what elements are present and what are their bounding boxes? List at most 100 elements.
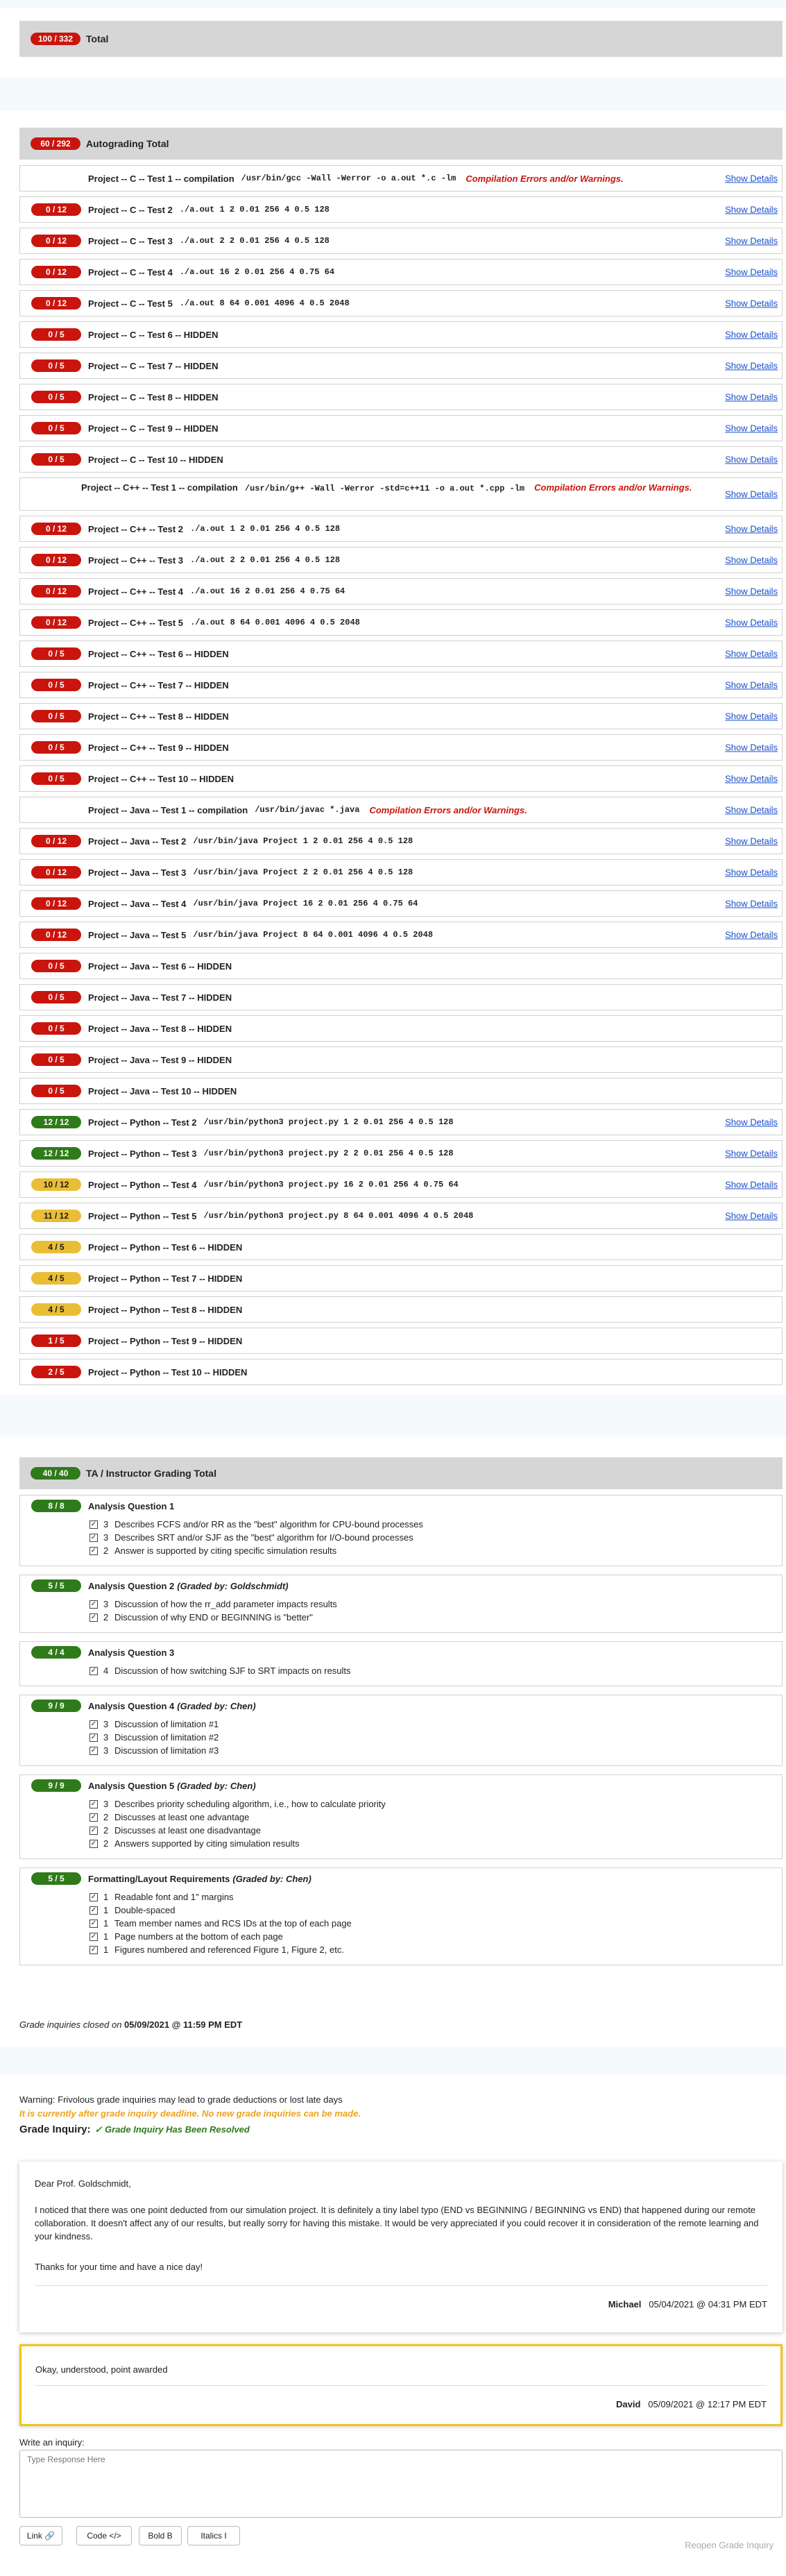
test-command: /usr/bin/java Project 16 2 0.01 256 4 0.…	[193, 899, 418, 908]
show-details-link[interactable]: Show Details	[725, 173, 778, 184]
test-label: Project -- Java -- Test 10 -- HIDDEN	[88, 1085, 237, 1096]
test-score-badge: 0 / 5	[31, 453, 81, 466]
show-details-link[interactable]: Show Details	[725, 805, 778, 815]
show-details-link[interactable]: Show Details	[725, 267, 778, 278]
show-details-link[interactable]: Show Details	[725, 836, 778, 847]
test-score-badge: 2 / 5	[31, 1366, 81, 1378]
rubric-points: 3	[103, 1719, 109, 1729]
grading-question: 9 / 9 Analysis Question 5 (Graded by: Chen…	[19, 1774, 783, 1859]
test-label: Project -- C -- Test 10 -- HIDDEN	[88, 454, 223, 465]
question-header: 9 / 9 Analysis Question 4 (Graded by: Chen…	[31, 1700, 256, 1712]
test-command: /usr/bin/g++ -Wall -Werror -std=c++11 -o…	[244, 484, 525, 493]
test-score-badge: 4 / 5	[31, 1241, 81, 1253]
checkbox-icon: ✓	[89, 1919, 98, 1928]
total-badge: 100 / 332	[31, 33, 80, 45]
show-details-link[interactable]: Show Details	[725, 1211, 778, 1221]
test-score-badge: 11 / 12	[31, 1210, 81, 1222]
show-details-link[interactable]: Show Details	[725, 743, 778, 753]
show-details-link[interactable]: Show Details	[725, 236, 778, 246]
show-details-link[interactable]: Show Details	[725, 361, 778, 371]
show-details-link[interactable]: Show Details	[725, 205, 778, 215]
italics-button[interactable]: Italics I	[187, 2526, 240, 2545]
rubric-points: 2	[103, 1825, 109, 1836]
test-label: Project -- Java -- Test 2	[88, 836, 187, 847]
rubric-points: 3	[103, 1599, 109, 1609]
ta-label: TA / Instructor Grading Total	[86, 1468, 216, 1479]
test-score-badge: 0 / 12	[31, 929, 81, 941]
show-details-link[interactable]: Show Details	[725, 423, 778, 434]
show-details-link[interactable]: Show Details	[725, 1149, 778, 1159]
show-details-link[interactable]: Show Details	[725, 649, 778, 659]
test-command: ./a.out 16 2 0.01 256 4 0.75 64	[179, 267, 335, 277]
rubric-item: ✓ 2 Answers supported by citing simulation…	[89, 1838, 300, 1849]
rubric-points: 1	[103, 1905, 109, 1915]
rubric-description: Page numbers at the bottom of each page	[114, 1931, 283, 1942]
show-details-link[interactable]: Show Details	[725, 867, 778, 878]
rubric-item: ✓ 3 Describes SRT and/or SJF as the "best"…	[89, 1532, 413, 1543]
rubric-item: ✓ 1 Figures numbered and referenced Figure…	[89, 1944, 344, 1955]
question-title: Analysis Question 5	[88, 1780, 175, 1791]
show-details-link[interactable]: Show Details	[725, 930, 778, 940]
checkbox-icon: ✓	[89, 1733, 98, 1742]
show-details-link[interactable]: Show Details	[725, 680, 778, 690]
question-title: Analysis Question 2	[88, 1580, 175, 1591]
test-row: 0 / 12 Project -- C -- Test 3 ./a.out 2 2 …	[19, 228, 783, 254]
show-details-link[interactable]: Show Details	[725, 298, 778, 309]
test-score-badge: 0 / 5	[31, 391, 81, 403]
rubric-description: Figures numbered and referenced Figure 1…	[114, 1944, 344, 1955]
test-warning: Compilation Errors and/or Warnings.	[534, 482, 692, 493]
show-details-link[interactable]: Show Details	[725, 489, 778, 500]
checkbox-icon: ✓	[89, 1826, 98, 1835]
test-score-badge: 0 / 5	[31, 741, 81, 754]
rubric-item: ✓ 3 Discussion of limitation #3	[89, 1745, 219, 1756]
test-command: /usr/bin/java Project 8 64 0.001 4096 4 …	[193, 930, 434, 940]
rubric-points: 2	[103, 1545, 109, 1556]
test-row: 0 / 5 Project -- C -- Test 7 -- HIDDEN Sho…	[19, 353, 783, 379]
rubric-points: 1	[103, 1918, 109, 1929]
reopen-inquiry-button[interactable]: Reopen Grade Inquiry	[685, 2540, 774, 2550]
test-label: Project -- C++ -- Test 4	[88, 586, 184, 597]
test-label: Project -- C -- Test 7 -- HIDDEN	[88, 360, 219, 371]
show-details-link[interactable]: Show Details	[725, 899, 778, 909]
test-label: Project -- C -- Test 6 -- HIDDEN	[88, 329, 219, 340]
question-score-badge: 5 / 5	[31, 1872, 81, 1885]
show-details-link[interactable]: Show Details	[725, 774, 778, 784]
ta-badge: 40 / 40	[31, 1467, 80, 1480]
show-details-link[interactable]: Show Details	[725, 524, 778, 534]
show-details-link[interactable]: Show Details	[725, 455, 778, 465]
show-details-link[interactable]: Show Details	[725, 1117, 778, 1128]
show-details-link[interactable]: Show Details	[725, 330, 778, 340]
inquiry-textarea[interactable]	[19, 2450, 783, 2518]
bold-button[interactable]: Bold B	[139, 2526, 182, 2545]
test-label: Project -- Java -- Test 5	[88, 929, 187, 940]
rubric-description: Discussion of how the rr_add parameter i…	[114, 1599, 337, 1609]
link-button[interactable]: Link 🔗	[19, 2526, 62, 2545]
test-score-badge: 0 / 5	[31, 422, 81, 434]
test-label: Project -- Java -- Test 7 -- HIDDEN	[88, 992, 232, 1003]
test-label: Project -- Python -- Test 3	[88, 1148, 197, 1159]
test-label: Project -- Python -- Test 2	[88, 1117, 197, 1128]
show-details-link[interactable]: Show Details	[725, 555, 778, 566]
show-details-link[interactable]: Show Details	[725, 586, 778, 597]
test-label: Project -- C++ -- Test 3	[88, 554, 184, 566]
test-command: ./a.out 2 2 0.01 256 4 0.5 128	[179, 236, 330, 246]
show-details-link[interactable]: Show Details	[725, 1180, 778, 1190]
question-score-badge: 9 / 9	[31, 1779, 81, 1792]
question-score-badge: 9 / 9	[31, 1700, 81, 1712]
test-row: 12 / 12 Project -- Python -- Test 2/usr/b…	[19, 1109, 783, 1135]
test-score-badge: 0 / 12	[31, 897, 81, 910]
show-details-link[interactable]: Show Details	[725, 618, 778, 628]
test-score-badge: 0 / 5	[31, 359, 81, 372]
rubric-item: ✓ 1 Page numbers at the bottom of each pag…	[89, 1931, 283, 1942]
test-label: Project -- C++ -- Test 6 -- HIDDEN	[88, 648, 229, 659]
checkbox-icon: ✓	[89, 1892, 98, 1901]
test-score-badge: 0 / 5	[31, 328, 81, 341]
test-row: Project -- C -- Test 1 -- compilation/us…	[19, 165, 783, 192]
code-button[interactable]: Code </>	[76, 2526, 132, 2545]
show-details-link[interactable]: Show Details	[725, 711, 778, 722]
question-score-badge: 4 / 4	[31, 1646, 81, 1659]
test-score-badge: 0 / 12	[31, 297, 81, 310]
grading-question: 8 / 8 Analysis Question 1 ✓ 3 Describes FCFS…	[19, 1495, 783, 1566]
grading-question: 5 / 5 Analysis Question 2 (Graded by: Gold…	[19, 1575, 783, 1633]
show-details-link[interactable]: Show Details	[725, 392, 778, 402]
